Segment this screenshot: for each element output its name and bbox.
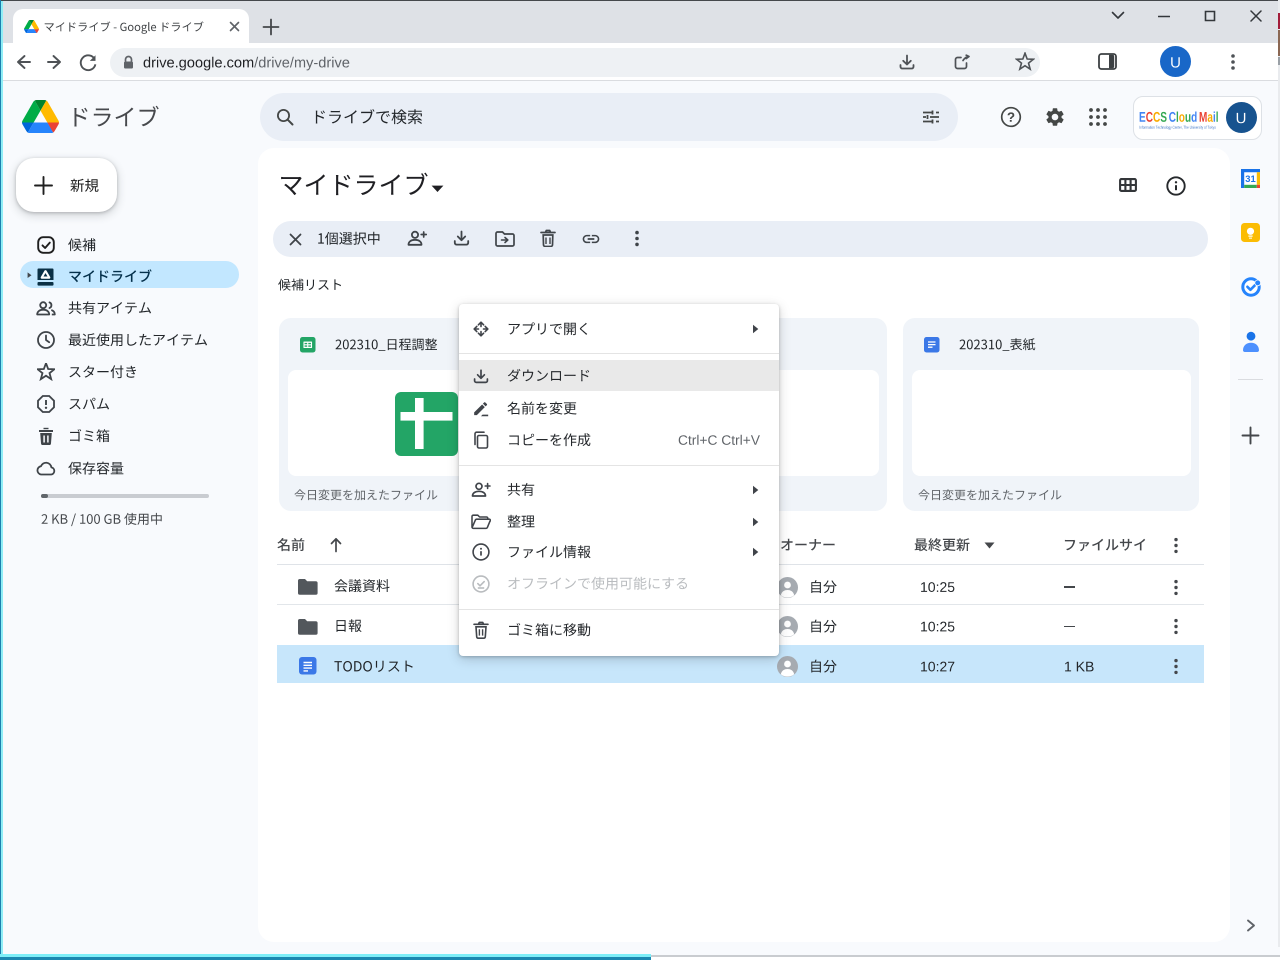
svg-text:31: 31 (1245, 173, 1255, 184)
